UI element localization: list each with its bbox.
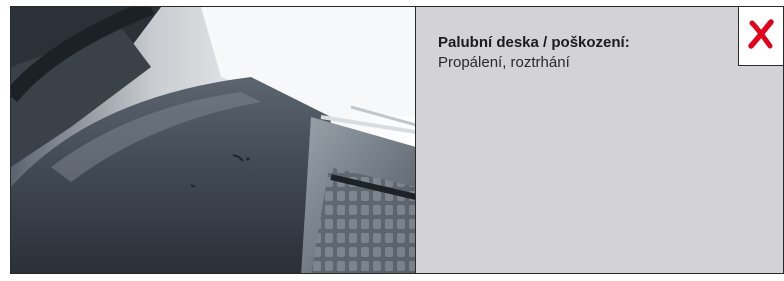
damage-title: Palubní deska / poškození: [438,34,630,51]
dashboard-photo [11,7,416,273]
damage-card: Palubní deska / poškození: Propálení, ro… [10,6,784,274]
damage-value: Propálení, roztrhání [438,54,570,71]
damage-info: Palubní deska / poškození: Propálení, ro… [416,6,784,273]
status-badge [738,6,784,66]
red-x-icon [748,18,774,54]
